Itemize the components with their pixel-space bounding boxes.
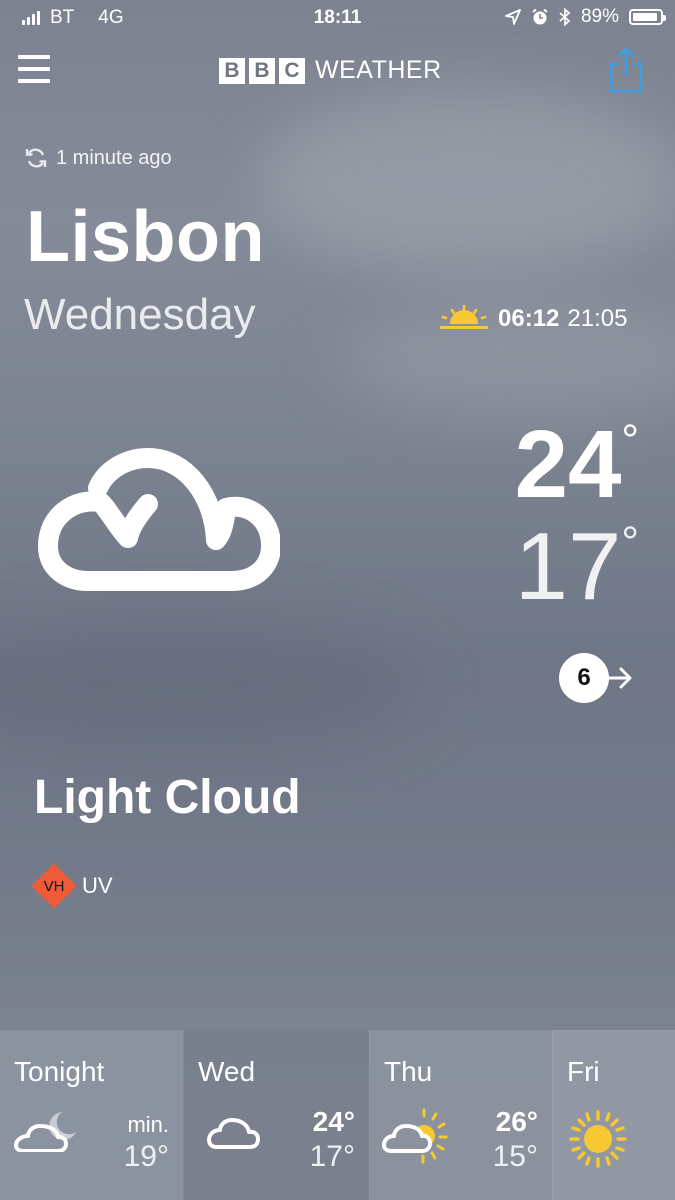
min-label: min. [127,1112,169,1137]
status-bar: BT 4G 18:11 89% [0,0,675,34]
forecast-low: 19° [123,1140,169,1173]
forecast-low: 15° [492,1140,538,1173]
wind-direction-arrow-icon [603,667,632,689]
uv-label: UV [82,873,113,898]
wind-speed-value: 6 [559,653,609,703]
alarm-icon [532,8,548,25]
sunrise-icon [440,305,488,329]
bluetooth-icon [559,8,571,26]
battery-icon [629,9,666,25]
forecast-tile-wed[interactable]: Wed 24° 17° [183,1030,369,1200]
forecast-day-label: Fri [567,1056,600,1087]
battery-percent: 89% [580,6,619,27]
menu-button[interactable] [18,55,52,85]
bbc-weather-logo: B B C WEATHER [219,56,442,85]
last-updated-text: 1 minute ago [56,146,172,169]
forecast-day-label: Wed [198,1056,256,1087]
forecast-high: 26° [495,1106,538,1137]
forecast-strip: Tonight min. 19° Wed 24° 17° Thu 26° 15° [0,1030,675,1200]
uv-index[interactable]: VH UV [31,863,113,909]
forecast-low: 17° [309,1140,355,1173]
weather-condition: Light Cloud [34,771,301,824]
max-temperature: 24° [514,411,639,518]
forecast-tile-tonight[interactable]: Tonight min. 19° [0,1030,183,1200]
logo-word: WEATHER [315,56,442,84]
light-cloud-icon [38,448,280,591]
forecast-day-label: Tonight [14,1056,105,1087]
sunny-icon [569,1110,627,1168]
wind-speed-indicator: 6 [559,653,633,703]
uv-badge: VH [31,863,77,909]
sunrise-time: 06:12 [498,305,560,332]
light-cloud-icon [207,1118,260,1149]
forecast-high: 24° [312,1106,355,1137]
sunny-intervals-icon [382,1108,448,1164]
partly-cloudy-night-icon [14,1112,76,1152]
forecast-tile-fri[interactable]: Fri [552,1030,675,1200]
share-icon[interactable] [606,46,646,94]
location-arrow-icon [505,9,521,25]
forecast-tile-thu[interactable]: Thu 26° 15° [369,1030,552,1200]
sunset-time: 21:05 [567,305,628,332]
last-updated[interactable]: 1 minute ago [24,146,172,170]
forecast-day-label: Thu [384,1056,433,1087]
location-name: Lisbon [26,197,265,277]
refresh-icon [25,148,47,168]
min-temperature: 17° [514,513,639,620]
day-name: Wednesday [24,290,256,339]
sunrise-sunset: 06:12 21:05 [438,305,627,333]
